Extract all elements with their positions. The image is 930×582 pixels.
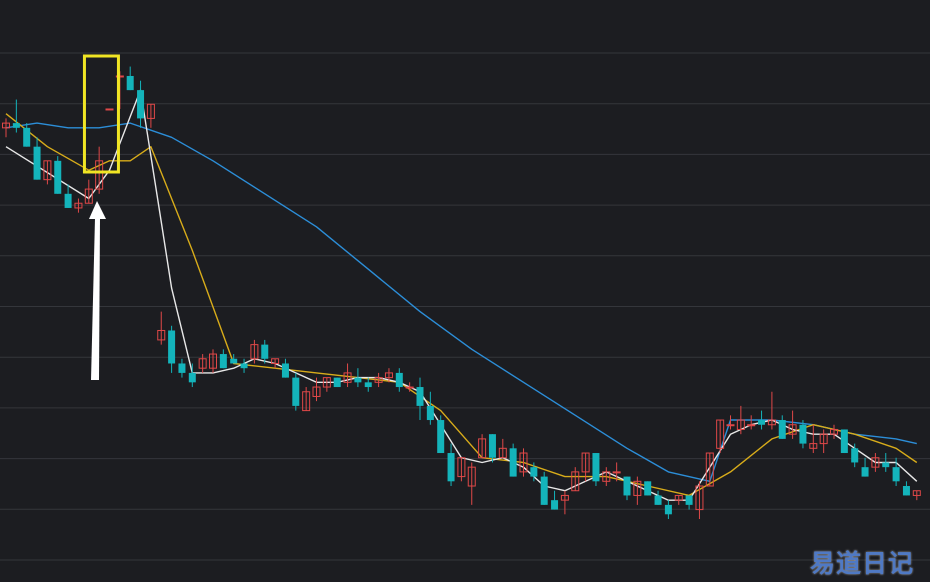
candle-down	[64, 193, 72, 208]
candle-down	[758, 420, 766, 425]
candle-down	[530, 467, 538, 477]
candle-down	[540, 476, 548, 505]
candle-down	[664, 504, 672, 515]
candle-down	[840, 429, 848, 454]
candle-down	[292, 377, 300, 406]
candle-down	[188, 372, 196, 383]
candle-down	[23, 127, 31, 147]
candle-down	[437, 420, 445, 454]
candlestick-chart: 易道日记	[0, 0, 930, 582]
candle-down	[654, 495, 662, 505]
watermark-text: 易道日记	[809, 549, 914, 578]
candle-down	[137, 90, 145, 119]
candle-down	[623, 476, 631, 496]
arrow-shaft	[91, 218, 100, 380]
candle-down	[488, 434, 496, 458]
candle-down	[592, 453, 600, 482]
candle-down	[240, 363, 248, 369]
candle-down	[333, 377, 341, 388]
candle-up	[726, 424, 735, 427]
candle-up	[747, 424, 756, 427]
candle-down	[426, 405, 434, 421]
candle-down	[851, 448, 859, 463]
candle-down	[354, 377, 362, 383]
candle-down	[219, 354, 227, 369]
candle-down	[882, 462, 890, 468]
candle-down	[551, 500, 559, 510]
candle-down	[54, 160, 62, 194]
candle-down	[364, 382, 372, 388]
candle-down	[799, 424, 807, 444]
candle-down	[447, 453, 455, 482]
candle-down	[12, 123, 20, 128]
candle-down	[395, 372, 403, 388]
candle-down	[33, 146, 41, 180]
candle-down	[902, 486, 910, 496]
candle-down	[861, 467, 869, 477]
candle-down	[230, 358, 238, 364]
candle-down	[281, 363, 289, 378]
candle-down	[644, 481, 652, 496]
candle-down	[178, 363, 186, 373]
candle-down	[261, 344, 269, 359]
candle-down	[892, 467, 900, 482]
candle-down	[509, 448, 517, 477]
candle-up	[612, 471, 621, 474]
candle-up	[105, 108, 114, 111]
candle-down	[778, 420, 786, 439]
candle-down	[168, 330, 176, 364]
candle-down	[126, 75, 134, 91]
candle-up	[405, 386, 414, 389]
candle-down	[685, 495, 693, 505]
chart-canvas	[0, 52, 930, 561]
candle-down	[416, 387, 424, 406]
